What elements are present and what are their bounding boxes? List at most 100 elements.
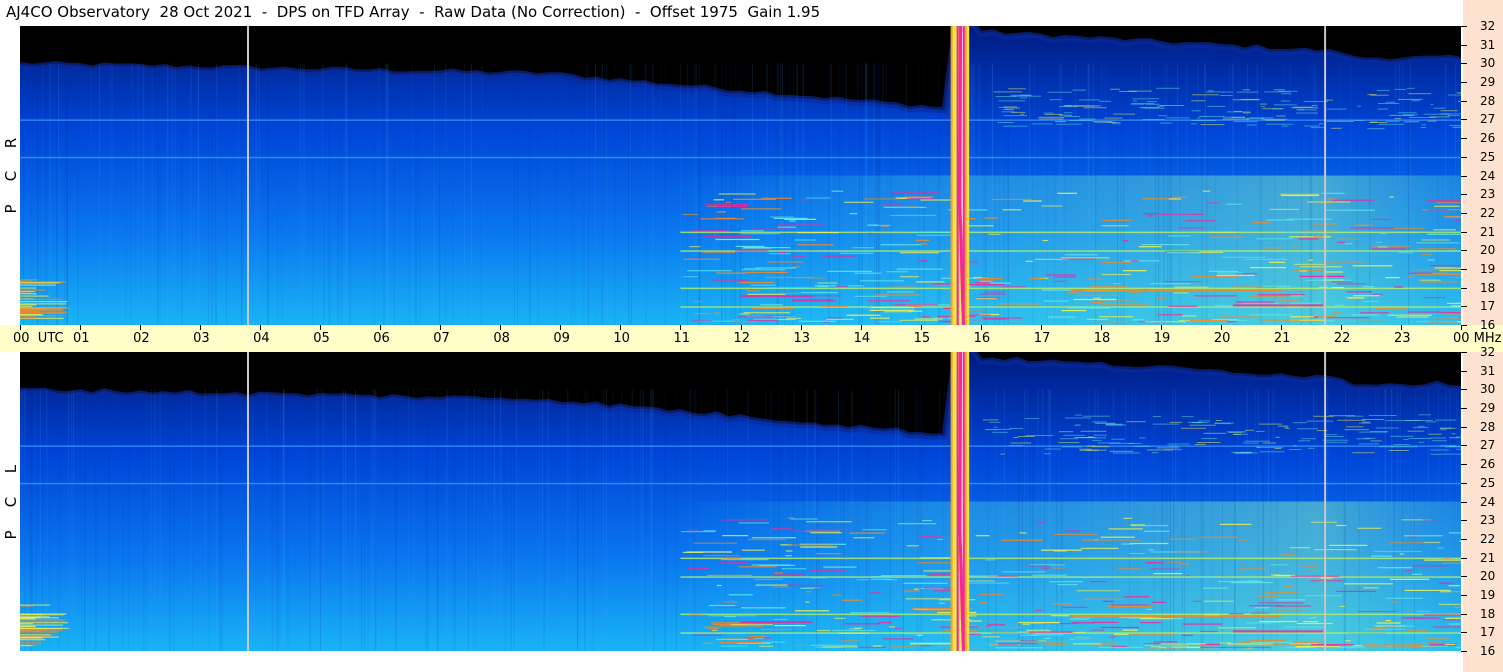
upper-rfi <box>1296 112 1318 114</box>
rfi-dash <box>1357 610 1398 613</box>
noise-streak <box>920 389 922 651</box>
rfi-dash <box>908 310 923 312</box>
noise-streak <box>1061 63 1063 325</box>
rfi-dash <box>693 257 698 259</box>
rfi-dash <box>790 518 818 520</box>
rfi-dash <box>1313 236 1324 238</box>
noise-streak <box>894 389 896 651</box>
noise-streak <box>1229 63 1231 325</box>
rfi-dash <box>831 190 844 192</box>
rfi-dash <box>984 318 1007 320</box>
rfi-dash <box>1257 595 1278 597</box>
noise-streak <box>1056 389 1058 651</box>
rfi-dash <box>1160 643 1207 645</box>
noise-streak <box>1054 63 1055 325</box>
noise-streak <box>159 389 161 651</box>
rfi-dash <box>1048 581 1083 583</box>
noise-streak <box>95 389 97 651</box>
rfi-dash <box>1030 622 1060 624</box>
rfi-dash <box>805 587 820 589</box>
upper-rfi <box>1047 91 1072 93</box>
rfi-dash <box>1001 539 1043 541</box>
noise-streak <box>345 63 347 325</box>
frequency-tick-mark <box>1461 520 1467 522</box>
rfi-dash <box>769 216 794 218</box>
rfi-dash <box>1145 321 1186 323</box>
upper-rfi <box>1311 105 1318 107</box>
noise-streak <box>445 63 447 325</box>
rfi-dash <box>1098 646 1143 648</box>
time-tick-label: 07 <box>433 331 450 346</box>
rfi-dash <box>850 518 859 520</box>
rfi-dash <box>1250 295 1289 298</box>
noise-streak <box>1408 63 1410 325</box>
upper-rfi <box>1079 448 1092 450</box>
noise-streak <box>1402 63 1404 325</box>
time-marker-line <box>1324 26 1327 325</box>
rfi-dash <box>872 645 882 647</box>
rfi-band <box>1232 630 1323 633</box>
upper-rfi <box>1291 107 1319 109</box>
rfi-dash <box>789 220 796 222</box>
rfi-dash <box>1102 219 1133 221</box>
frequency-tick-mark <box>1461 212 1467 214</box>
rfi-dash <box>715 272 747 274</box>
noise-streak <box>151 63 153 325</box>
rfi-dash <box>1123 260 1160 262</box>
rfi-dash <box>869 309 915 311</box>
rfi-dash <box>1208 231 1238 233</box>
rfi-dash <box>1453 220 1461 222</box>
rfi-dash <box>840 640 859 642</box>
noise-streak <box>782 63 783 325</box>
rfi-dash <box>20 314 42 316</box>
upper-rfi <box>1435 419 1457 421</box>
rfi-dash <box>826 318 854 320</box>
rfi-dash <box>1132 319 1144 321</box>
noise-streak <box>1204 63 1206 325</box>
noise-streak <box>865 389 867 651</box>
noise-streak <box>1327 389 1329 651</box>
upper-rfi <box>1325 436 1344 437</box>
rfi-dash <box>929 573 953 575</box>
rfi-dash <box>1442 562 1461 564</box>
noise-streak <box>592 389 594 651</box>
noise-streak <box>349 63 351 325</box>
rfi-dash <box>808 570 846 572</box>
upper-rfi <box>1074 424 1081 426</box>
rfi-dash <box>897 523 937 525</box>
rfi-dash <box>978 593 1003 595</box>
rfi-dash <box>1157 298 1166 300</box>
rfi-dash <box>991 198 1032 200</box>
noise-streak <box>21 389 23 651</box>
upper-rfi <box>1010 442 1032 444</box>
upper-rfi <box>1083 107 1107 109</box>
rfi-dash <box>773 272 785 274</box>
rfi-dash <box>707 574 752 576</box>
rfi-dash <box>1371 218 1391 220</box>
noise-streak <box>614 63 616 325</box>
rfi-dash <box>906 198 935 200</box>
noise-streak <box>411 63 413 325</box>
upper-rfi <box>1390 435 1414 437</box>
rfi-dash <box>1320 577 1333 579</box>
upper-rfi <box>1189 424 1216 426</box>
noise-streak <box>1166 389 1168 651</box>
time-tick-mark <box>1280 325 1282 330</box>
frequency-tick-label: 31 <box>1480 37 1496 52</box>
rfi-dash <box>683 276 699 278</box>
rfi-dash <box>1376 622 1401 624</box>
rfi-dash <box>739 279 745 281</box>
rfi-dash <box>1268 621 1282 624</box>
rfi-dash <box>807 277 826 279</box>
noise-streak <box>171 63 173 325</box>
noise-streak <box>1158 63 1160 325</box>
noise-streak <box>71 389 73 651</box>
upper-rfi <box>1259 103 1267 105</box>
rfi-dash <box>1019 641 1067 643</box>
rfi-dash <box>919 535 941 537</box>
rfi-dash <box>1130 260 1139 262</box>
upper-rfi <box>1389 114 1415 116</box>
rfi-dash <box>794 610 830 612</box>
rfi-dash <box>1172 196 1189 198</box>
noise-streak <box>287 389 289 651</box>
